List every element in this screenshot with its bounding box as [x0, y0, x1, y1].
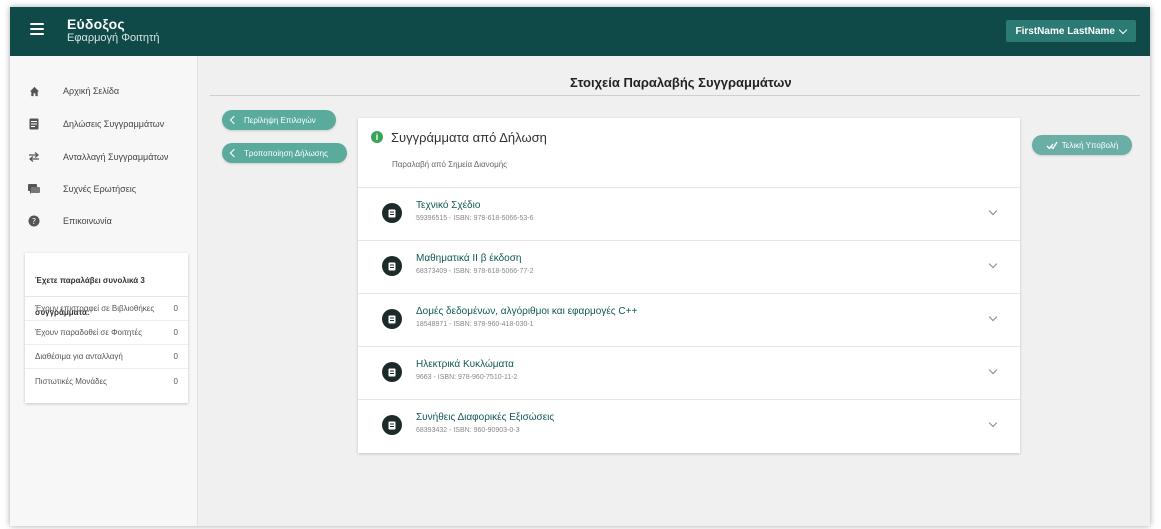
info-icon: i — [371, 131, 383, 143]
svg-text:?: ? — [32, 217, 36, 226]
summary-card: Έχετε παραλάβει συνολικά 3 συγγράμματα: … — [25, 253, 188, 403]
summary-button-label: Περίληψη Επιλογών — [244, 115, 316, 125]
summary-row: Έχουν παραδοθεί σε Φοιτητές 0 — [25, 321, 188, 345]
menu-icon[interactable] — [30, 23, 44, 35]
panel-header: i Συγγράμματα από Δήλωση Παραλαβή από Ση… — [358, 118, 1020, 188]
user-name: FirstName LastName — [1015, 25, 1115, 37]
check-icon — [1046, 141, 1058, 150]
document-icon — [28, 118, 40, 130]
summary-value: 0 — [173, 376, 178, 386]
book-title: Ηλεκτρικά Κυκλώματα — [416, 359, 514, 370]
final-submit-button[interactable]: Τελική Υποβολή — [1032, 135, 1132, 155]
chevron-down-icon[interactable] — [988, 312, 998, 322]
book-meta: 59396515 - ISBN: 978-618-5066-53-6 — [416, 215, 534, 222]
app-subtitle: Εφαρμογή Φοιτητή — [67, 32, 160, 44]
app-window: Εύδοξος Εφαρμογή Φοιτητή FirstName LastN… — [10, 7, 1150, 526]
modify-declaration-button[interactable]: Τροποποίηση Δήλωσης — [222, 143, 347, 163]
book-meta: 68373409 - ISBN: 978-618-5066-77-2 — [416, 268, 534, 275]
book-item[interactable]: Συνήθεις Διαφορικές Εξισώσεις 68393432 -… — [358, 399, 1020, 452]
book-icon — [382, 203, 402, 223]
help-icon: ? — [28, 215, 40, 227]
chevron-down-icon[interactable] — [988, 206, 998, 216]
user-menu-button[interactable]: FirstName LastName — [1005, 20, 1136, 42]
summary-value: 0 — [173, 352, 178, 361]
page-title: Στοιχεία Παραλαβής Συγγραμμάτων — [570, 75, 792, 90]
book-item[interactable]: Τεχνικό Σχέδιο 59396515 - ISBN: 978-618-… — [358, 187, 1020, 240]
home-icon — [28, 85, 40, 97]
summary-value: 0 — [173, 328, 178, 337]
sidebar-item-label: Δηλώσεις Συγγραμμάτων — [63, 119, 165, 129]
sidebar-item-label: Συχνές Ερωτήσεις — [63, 184, 137, 194]
book-icon — [382, 256, 402, 276]
sidebar-item-exchange[interactable]: Ανταλλαγή Συγγραμμάτων — [10, 144, 198, 170]
top-bar: Εύδοξος Εφαρμογή Φοιτητή FirstName LastN… — [10, 7, 1150, 56]
sidebar-item-declarations[interactable]: Δηλώσεις Συγγραμμάτων — [10, 111, 198, 137]
sidebar-item-label: Ανταλλαγή Συγγραμμάτων — [63, 152, 169, 162]
summary-label: Διαθέσιμα για ανταλλαγή — [35, 352, 123, 361]
swap-icon — [28, 151, 40, 163]
book-title: Μαθηματικά ΙΙ β έκδοση — [416, 253, 522, 264]
submit-button-label: Τελική Υποβολή — [1061, 140, 1119, 150]
sidebar: Αρχική Σελίδα Δηλώσεις Συγγραμμάτων Αντα… — [10, 56, 198, 526]
summary-label: Έχουν επιστραφεί σε Βιβλιοθήκες — [35, 304, 155, 313]
book-meta: 18548971 - ISBN: 978-960-418-030-1 — [416, 321, 534, 328]
chevron-left-icon — [229, 115, 239, 125]
summary-value: 0 — [173, 304, 178, 313]
panel-title: Συγγράμματα από Δήλωση — [391, 130, 547, 145]
title-divider — [210, 95, 1140, 96]
modify-button-label: Τροποποίηση Δήλωσης — [244, 148, 328, 158]
book-item[interactable]: Δομές δεδομένων, αλγόριθμοι και εφαρμογέ… — [358, 293, 1020, 346]
summary-title: Έχετε παραλάβει συνολικά 3 συγγράμματα: — [25, 265, 188, 317]
summary-button[interactable]: Περίληψη Επιλογών — [222, 110, 336, 130]
book-title: Συνήθεις Διαφορικές Εξισώσεις — [416, 412, 555, 423]
chat-icon — [28, 183, 40, 195]
app-title: Εύδοξος — [67, 16, 125, 32]
book-item[interactable]: Μαθηματικά ΙΙ β έκδοση 68373409 - ISBN: … — [358, 240, 1020, 293]
sidebar-item-faq[interactable]: Συχνές Ερωτήσεις — [10, 176, 198, 202]
book-meta: 68393432 - ISBN: 960-90903-0-3 — [416, 427, 520, 434]
panel-subtitle: Παραλαβή από Σημεία Διανομής — [392, 160, 508, 169]
book-list: Τεχνικό Σχέδιο 59396515 - ISBN: 978-618-… — [358, 187, 1020, 452]
book-meta: 9663 - ISBN: 978-960-7510-11-2 — [416, 374, 518, 381]
chevron-down-icon[interactable] — [988, 259, 998, 269]
summary-row: Πιστωτικές Μονάδες 0 — [25, 369, 188, 393]
chevron-down-icon[interactable] — [988, 418, 998, 428]
summary-row: Διαθέσιμα για ανταλλαγή 0 — [25, 345, 188, 369]
sidebar-item-label: Επικοινωνία — [63, 216, 112, 226]
books-panel: i Συγγράμματα από Δήλωση Παραλαβή από Ση… — [358, 118, 1020, 453]
book-title: Τεχνικό Σχέδιο — [416, 200, 481, 211]
book-icon — [382, 362, 402, 382]
summary-row: Έχουν επιστραφεί σε Βιβλιοθήκες 0 — [25, 297, 188, 321]
summary-label: Πιστωτικές Μονάδες — [35, 376, 107, 386]
chevron-down-icon[interactable] — [988, 365, 998, 375]
sidebar-item-label: Αρχική Σελίδα — [63, 86, 120, 96]
book-title: Δομές δεδομένων, αλγόριθμοι και εφαρμογέ… — [416, 306, 638, 317]
summary-label: Έχουν παραδοθεί σε Φοιτητές — [35, 328, 142, 337]
chevron-down-icon — [1118, 25, 1128, 34]
sidebar-item-home[interactable]: Αρχική Σελίδα — [10, 78, 198, 104]
book-item[interactable]: Ηλεκτρικά Κυκλώματα 9663 - ISBN: 978-960… — [358, 346, 1020, 399]
chevron-left-icon — [229, 148, 239, 158]
book-icon — [382, 415, 402, 435]
sidebar-item-contact[interactable]: ? Επικοινωνία — [10, 208, 198, 234]
book-icon — [382, 309, 402, 329]
